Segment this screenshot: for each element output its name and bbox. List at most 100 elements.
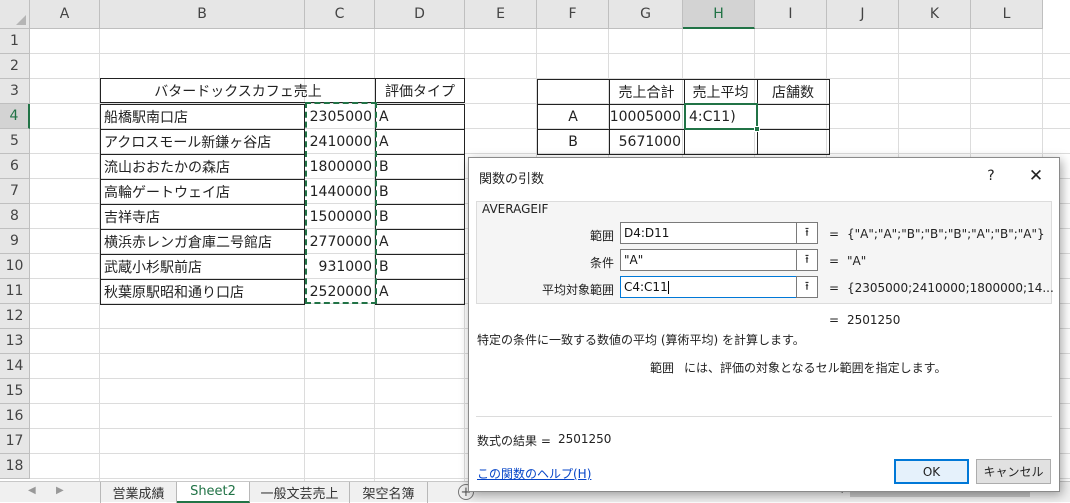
row-header-11[interactable]: 11 [0,279,30,304]
evaluation-type-cell[interactable]: A [376,129,464,154]
column-header-k[interactable]: K [899,0,971,29]
summary-cell-border [684,129,758,155]
row-header-17[interactable]: 17 [0,429,30,454]
row-header-2[interactable]: 2 [0,54,30,79]
column-header-f[interactable]: F [537,0,609,29]
cancel-button[interactable]: キャンセル [976,459,1051,484]
column-header-c[interactable]: C [305,0,375,29]
sales-amount-cell[interactable]: 1800000 [305,154,375,179]
column-header-g[interactable]: G [609,0,683,29]
sales-amount-cell[interactable]: 1440000 [305,179,375,204]
function-arguments-dialog: 関数の引数 ? ✕ AVERAGEIF 範囲 D4:D11 ⭱ = {"A";"… [468,157,1060,492]
collapse-arrow-icon[interactable]: ⭱ [796,222,818,244]
summary-total-cell[interactable]: 10005000 [609,104,684,129]
sales-amount-cell[interactable]: 1500000 [305,204,375,229]
collapse-arrow-icon[interactable]: ⭱ [796,276,818,298]
function-name: AVERAGEIF [482,202,549,216]
preview-eq: = [829,313,840,327]
row-header-15[interactable]: 15 [0,379,30,404]
evaluation-type-cell[interactable]: A [376,229,464,254]
table-header-type[interactable]: 評価タイプ [377,78,463,103]
dialog-title: 関数の引数 [479,172,545,187]
function-help-link[interactable]: この関数のヘルプ(H) [477,465,591,482]
select-all-corner[interactable] [0,0,30,29]
sheet-tab-3[interactable]: 一般文芸売上 [250,482,350,503]
help-icon[interactable]: ? [979,164,1003,188]
sheet-tab-4[interactable]: 架空名簿 [350,482,428,503]
arg-result-criteria: "A" [847,254,867,268]
row-header-7[interactable]: 7 [0,179,30,204]
ok-button[interactable]: OK [894,459,969,484]
evaluation-type-cell[interactable]: B [376,204,464,229]
summary-cell-border [757,129,830,155]
sheet-tab-2[interactable]: Sheet2 [177,482,250,503]
row-header-14[interactable]: 14 [0,354,30,379]
row-header-8[interactable]: 8 [0,204,30,229]
row-header-12[interactable]: 12 [0,304,30,329]
summary-header-cell[interactable]: 売上平均 [684,79,757,104]
column-header-j[interactable]: J [827,0,899,29]
row-header-4[interactable]: 4 [0,104,30,129]
row-header-10[interactable]: 10 [0,254,30,279]
summary-label-cell[interactable]: B [537,129,609,154]
summary-label-cell[interactable]: A [537,104,609,129]
summary-header-cell[interactable]: 売上合計 [609,79,684,104]
arg-input-average-range[interactable]: C4:C11 [620,276,818,298]
store-name-cell[interactable]: 武蔵小杉駅前店 [101,254,304,279]
arg-input-range[interactable]: D4:D11 [620,222,818,244]
row-header-1[interactable]: 1 [0,29,30,54]
row-header-9[interactable]: 9 [0,229,30,254]
collapse-arrow-icon[interactable]: ⭱ [796,249,818,271]
column-header-e[interactable]: E [465,0,537,29]
arg-eq: = [829,227,840,241]
arg-label-range: 範囲 [589,229,614,243]
column-header-l[interactable]: L [971,0,1043,29]
column-header-d[interactable]: D [375,0,465,29]
column-header-h[interactable]: H [683,0,755,29]
row-header-13[interactable]: 13 [0,329,30,354]
sales-amount-cell[interactable]: 931000 [305,254,375,279]
preview-result: 2501250 [847,313,901,327]
store-name-cell[interactable]: 流山おおたかの森店 [101,154,304,179]
row-header-6[interactable]: 6 [0,154,30,179]
gridline [30,53,1070,54]
sheet-tab-1[interactable]: 営業成績 [100,482,177,503]
store-name-cell[interactable]: 秋葉原駅昭和通り口店 [101,279,304,304]
evaluation-type-cell[interactable]: A [376,104,464,129]
evaluation-type-cell[interactable]: B [376,154,464,179]
row-header-18[interactable]: 18 [0,454,30,479]
store-name-cell[interactable]: アクロスモール新鎌ヶ谷店 [101,129,304,154]
sales-amount-cell[interactable]: 2770000 [305,229,375,254]
store-name-cell[interactable]: 吉祥寺店 [101,204,304,229]
sales-amount-cell[interactable]: 2410000 [305,129,375,154]
column-header-i[interactable]: I [755,0,827,29]
store-name-cell[interactable]: 横浜赤レンガ倉庫二号館店 [101,229,304,254]
evaluation-type-cell[interactable]: A [376,279,464,304]
arg-eq: = [829,254,840,268]
tab-prev-icon[interactable]: ◀ [28,485,36,496]
sales-amount-cell[interactable]: 2305000 [305,104,375,129]
close-icon[interactable]: ✕ [1024,164,1048,188]
fill-handle[interactable] [754,126,760,132]
column-header-a[interactable]: A [30,0,100,29]
arg-input-average-range-text: C4:C11 [624,280,668,294]
text-caret [667,281,669,294]
store-name-cell[interactable]: 船橋駅南口店 [101,104,304,129]
table-header-name[interactable]: バタードックスカフェ売上 [101,78,375,103]
tab-next-icon[interactable]: ▶ [56,485,64,496]
active-cell-h4[interactable]: 4:C11) [684,103,760,132]
row-header-3[interactable]: 3 [0,79,30,104]
active-cell-text: 4:C11) [689,108,736,125]
sales-amount-cell[interactable]: 2520000 [305,279,375,304]
arg-help-name: 範囲 [650,361,675,375]
summary-total-cell[interactable]: 5671000 [609,129,684,154]
summary-cell-border [537,79,610,105]
arg-input-criteria[interactable]: "A" [620,249,818,271]
evaluation-type-cell[interactable]: B [376,254,464,279]
evaluation-type-cell[interactable]: B [376,179,464,204]
column-header-b[interactable]: B [100,0,305,29]
summary-header-cell[interactable]: 店舗数 [757,79,829,104]
store-name-cell[interactable]: 高輪ゲートウェイ店 [101,179,304,204]
row-header-16[interactable]: 16 [0,404,30,429]
row-header-5[interactable]: 5 [0,129,30,154]
